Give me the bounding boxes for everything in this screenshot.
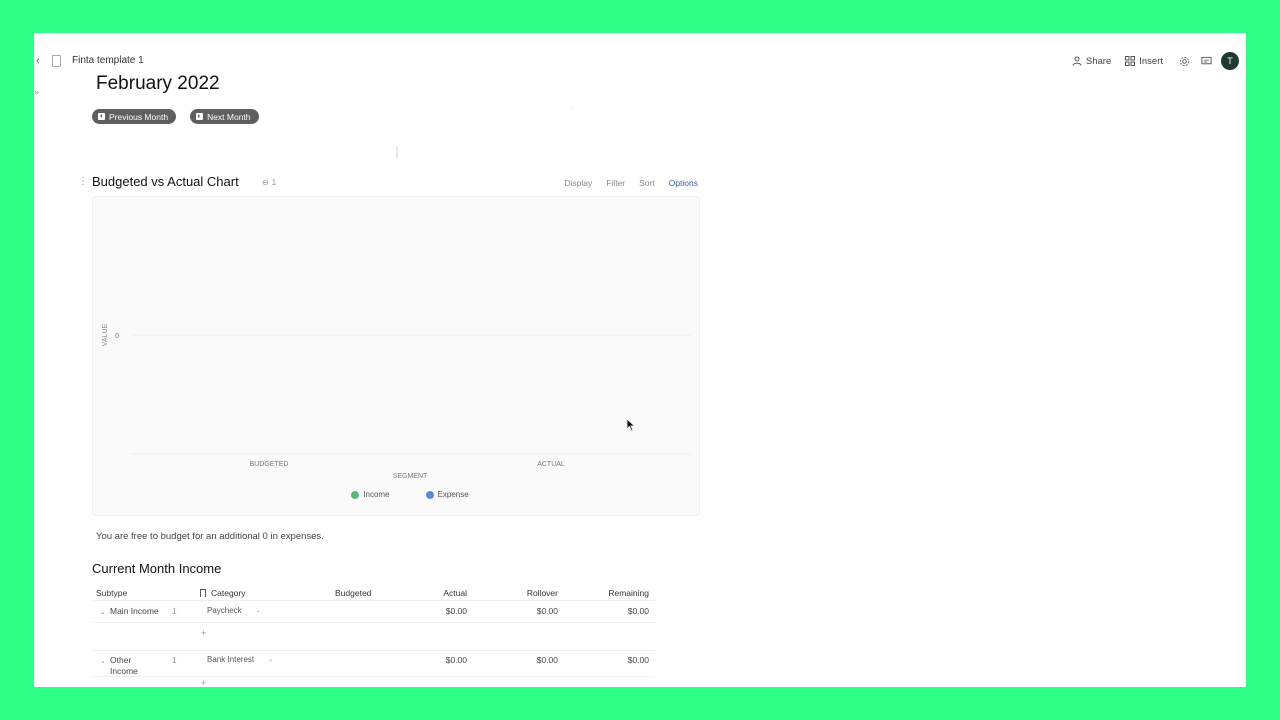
- x-tick-label: BUDGETED: [250, 461, 289, 468]
- next-month-label: Next Month: [207, 111, 251, 122]
- arrow-left-icon: [98, 113, 105, 120]
- x-axis-label: SEGMENT: [393, 473, 428, 480]
- legend-item[interactable]: Income: [325, 490, 390, 499]
- legend-dot: [425, 490, 434, 499]
- actual-cell: $0.00: [445, 606, 467, 616]
- row-divider: [92, 650, 655, 651]
- add-row-button[interactable]: +: [201, 628, 206, 638]
- decorative-dot: [571, 107, 572, 108]
- chart-header: ⋮ Budgeted vs Actual Chart ⊖ 1 Display F…: [78, 173, 698, 193]
- column-header-budgeted[interactable]: Budgeted: [335, 586, 371, 600]
- rollover-cell: $0.00: [536, 655, 558, 665]
- column-header-subtype[interactable]: Subtype: [96, 586, 127, 600]
- group-count: 1: [172, 655, 177, 665]
- table-row[interactable]: ⌄ Other Income 1 Bank Interest ⌄ $0.00 $0…: [92, 650, 655, 687]
- y-tick-label: 0: [115, 333, 119, 340]
- sort-button[interactable]: Sort: [639, 178, 655, 188]
- legend-dot: [351, 490, 360, 499]
- column-header-remaining[interactable]: Remaining: [592, 586, 649, 600]
- chart-title: Budgeted vs Actual Chart: [92, 174, 239, 189]
- category-select[interactable]: Bank Interest ⌄: [207, 655, 273, 664]
- chart-actions: Display Filter Sort Options: [564, 178, 698, 188]
- column-header-actual[interactable]: Actual: [422, 586, 467, 600]
- subtype-cell: Main Income: [110, 606, 159, 616]
- add-row-button[interactable]: +: [201, 678, 206, 687]
- actual-cell: $0.00: [445, 655, 467, 665]
- table-row[interactable]: ⌄ Main Income 1 Paycheck ⌄ $0.00 $0.00 $0…: [92, 600, 655, 650]
- grid-icon: [1125, 56, 1136, 66]
- person-icon: [1072, 56, 1082, 66]
- remaining-cell: $0.00: [627, 606, 649, 616]
- category-header-label: Category: [211, 588, 246, 598]
- category-value: Bank Interest: [207, 655, 255, 664]
- next-month-button[interactable]: Next Month: [190, 109, 259, 124]
- group-count: 1: [172, 606, 177, 616]
- share-label: Share: [1085, 55, 1112, 67]
- arrow-right-icon: [196, 113, 204, 120]
- legend-item[interactable]: Expense: [400, 490, 469, 499]
- chart-legend: Income Expense: [93, 490, 701, 499]
- filter-button[interactable]: Filter: [606, 178, 625, 188]
- x-tick-label: ACTUAL: [537, 461, 565, 468]
- y-axis-label: VALUE: [102, 323, 109, 346]
- row-divider: [92, 600, 655, 601]
- chevron-down-icon: ⌄: [255, 608, 261, 614]
- chevron-down-icon: ⌄: [268, 657, 274, 663]
- share-button[interactable]: Share: [1072, 56, 1111, 67]
- mouse-cursor-icon: [626, 418, 636, 432]
- legend-label: Income: [363, 490, 390, 499]
- remaining-cell: $0.00: [627, 655, 649, 665]
- chart-container: 0 VALUE BUDGETED ACTUAL SEGMENT Income Expens…: [92, 196, 700, 516]
- drag-handle-icon[interactable]: ⋮: [78, 177, 88, 187]
- row-divider: [92, 676, 655, 677]
- document-icon: [52, 55, 61, 67]
- rollover-cell: $0.00: [536, 606, 558, 616]
- display-button[interactable]: Display: [564, 178, 592, 188]
- gear-icon: [1179, 56, 1189, 66]
- comment-icon: [1200, 56, 1212, 64]
- link-count-value: 1: [271, 178, 277, 187]
- insert-button[interactable]: Insert: [1125, 56, 1163, 67]
- budget-note: You are free to budget for an additional…: [96, 531, 324, 542]
- insert-label: Insert: [1139, 55, 1163, 67]
- subtype-cell: Other Income: [110, 655, 138, 676]
- bar-chart: 0 VALUE BUDGETED ACTUAL SEGMENT: [102, 323, 691, 480]
- link-icon: ⊖: [262, 178, 269, 187]
- resize-handle[interactable]: [396, 147, 398, 159]
- settings-button[interactable]: [1177, 54, 1191, 68]
- avatar[interactable]: T: [1221, 52, 1239, 70]
- page-title: February 2022: [96, 73, 220, 94]
- options-button[interactable]: Options: [669, 178, 698, 188]
- app-window: ‹ Finta template 1 Share Insert T » Febr…: [34, 33, 1246, 687]
- month-nav: Previous Month Next Month: [92, 109, 259, 124]
- comments-button[interactable]: [1199, 54, 1213, 68]
- bookmark-icon: [200, 589, 206, 597]
- previous-month-button[interactable]: Previous Month: [92, 109, 177, 124]
- chevron-down-icon[interactable]: ⌄: [100, 657, 106, 665]
- legend-label: Expense: [437, 490, 469, 499]
- column-header-rollover[interactable]: Rollover: [508, 586, 558, 600]
- link-count[interactable]: ⊖ 1: [262, 178, 276, 187]
- income-section-title: Current Month Income: [92, 561, 222, 576]
- chevron-left-icon[interactable]: ‹: [36, 55, 46, 67]
- category-value: Paycheck: [207, 606, 242, 615]
- expand-sidebar-icon[interactable]: »: [34, 87, 46, 99]
- row-divider: [92, 622, 655, 623]
- column-header-category[interactable]: Category: [200, 586, 246, 600]
- previous-month-label: Previous Month: [109, 111, 169, 122]
- chevron-down-icon[interactable]: ⌄: [100, 608, 106, 616]
- doc-title[interactable]: Finta template 1: [72, 55, 144, 67]
- category-select[interactable]: Paycheck ⌄: [207, 606, 261, 615]
- toolbar-right: Share Insert T: [1072, 51, 1246, 71]
